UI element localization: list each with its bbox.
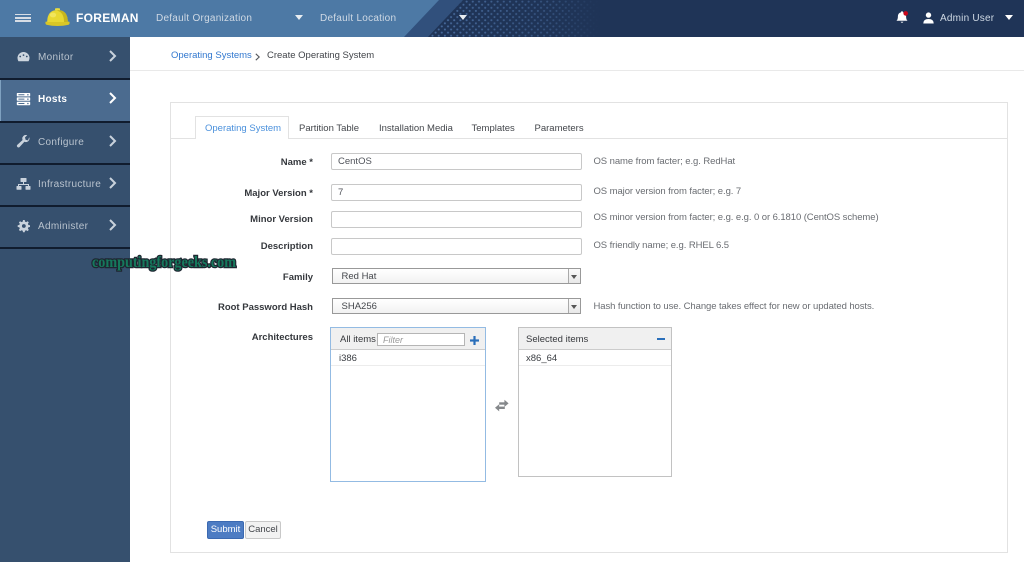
svg-text:computingforgeeks.com: computingforgeeks.com: [92, 254, 236, 271]
